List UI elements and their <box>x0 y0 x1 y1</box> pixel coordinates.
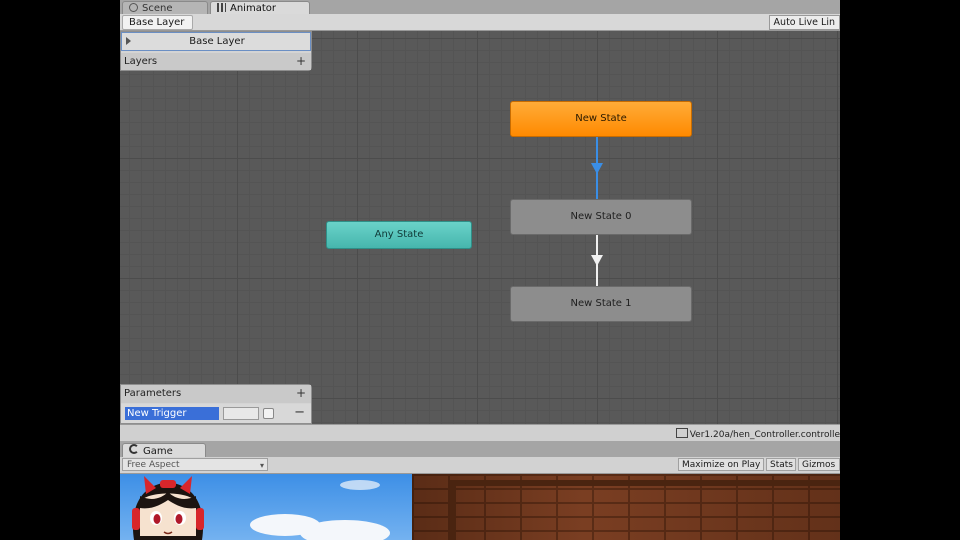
parameters-header-label: Parameters <box>124 388 182 399</box>
parameter-name-input[interactable]: New Trigger <box>125 407 219 420</box>
yukkuri-avatar-image <box>132 476 204 540</box>
aspect-dropdown[interactable]: Free Aspect ▾ <box>122 458 268 471</box>
game-controller-icon <box>129 444 139 454</box>
parameter-row: New Trigger − <box>121 404 311 423</box>
add-parameter-button[interactable]: + <box>296 386 306 400</box>
layers-panel: Base Layer Layers + <box>120 31 312 71</box>
maximize-on-play-button[interactable]: Maximize on Play <box>678 458 764 471</box>
tab-game-label: Game <box>143 446 173 457</box>
scene-icon <box>129 3 138 12</box>
cloud <box>300 520 390 540</box>
state-new-state-0[interactable]: New State 0 <box>510 199 692 235</box>
trigger-checkbox[interactable] <box>263 408 274 419</box>
tab-animator-label: Animator <box>230 3 276 14</box>
controller-path: Ver1.20a/hen_Controller.controlle <box>675 428 840 440</box>
parameters-panel: Parameters + New Trigger − <box>120 384 312 424</box>
layer-item-base[interactable]: Base Layer <box>121 32 311 51</box>
tab-scene[interactable]: Scene <box>122 1 208 15</box>
tab-game[interactable]: Game <box>122 443 206 457</box>
game-tab-bar: Game <box>120 441 840 457</box>
transition-arrow <box>591 255 603 266</box>
wall-frame <box>450 480 840 540</box>
stats-button[interactable]: Stats <box>766 458 796 471</box>
controller-path-text: Ver1.20a/hen_Controller.controlle <box>689 430 840 440</box>
parameter-value-field[interactable] <box>223 407 259 420</box>
auto-live-link-button[interactable]: Auto Live Lin <box>768 15 840 30</box>
layers-header: Layers + <box>121 53 311 70</box>
state-new-state-1[interactable]: New State 1 <box>510 286 692 322</box>
chevron-down-icon: ▾ <box>259 461 264 470</box>
state-new-state-default[interactable]: New State <box>510 101 692 137</box>
cloud <box>340 480 380 490</box>
top-tab-bar: Scene Animator <box>120 0 840 15</box>
transition-arrow-selected <box>591 163 603 174</box>
game-viewport[interactable] <box>120 474 840 540</box>
animator-icon <box>217 3 226 12</box>
state-label: New State <box>575 113 627 124</box>
add-layer-button[interactable]: + <box>296 54 306 68</box>
remove-parameter-button[interactable]: − <box>294 405 305 420</box>
parameters-header: Parameters + <box>121 385 311 403</box>
tab-animator[interactable]: Animator <box>210 1 310 15</box>
transitions-layer <box>591 137 603 286</box>
state-label: New State 1 <box>570 298 632 309</box>
tab-scene-label: Scene <box>142 3 173 14</box>
aspect-label: Free Aspect <box>127 460 180 470</box>
layer-item-label: Base Layer <box>189 36 245 47</box>
state-any-state[interactable]: Any State <box>326 221 472 249</box>
breadcrumb[interactable]: Base Layer <box>122 15 194 30</box>
state-label: Any State <box>374 229 424 240</box>
layers-header-label: Layers <box>124 56 158 67</box>
status-bar: Ver1.20a/hen_Controller.controlle <box>120 424 840 441</box>
state-label: New State 0 <box>570 211 632 222</box>
controller-file-icon <box>675 428 688 438</box>
breadcrumb-bar: Base Layer Auto Live Lin <box>120 14 840 31</box>
game-toolbar: Free Aspect ▾ Maximize on Play Stats Giz… <box>120 457 840 474</box>
unity-editor: Scene Animator Base Layer Auto Live Lin … <box>120 0 840 540</box>
gizmos-button[interactable]: Gizmos <box>798 458 840 471</box>
animator-graph[interactable]: New State New State 0 New State 1 Any St… <box>120 31 840 424</box>
